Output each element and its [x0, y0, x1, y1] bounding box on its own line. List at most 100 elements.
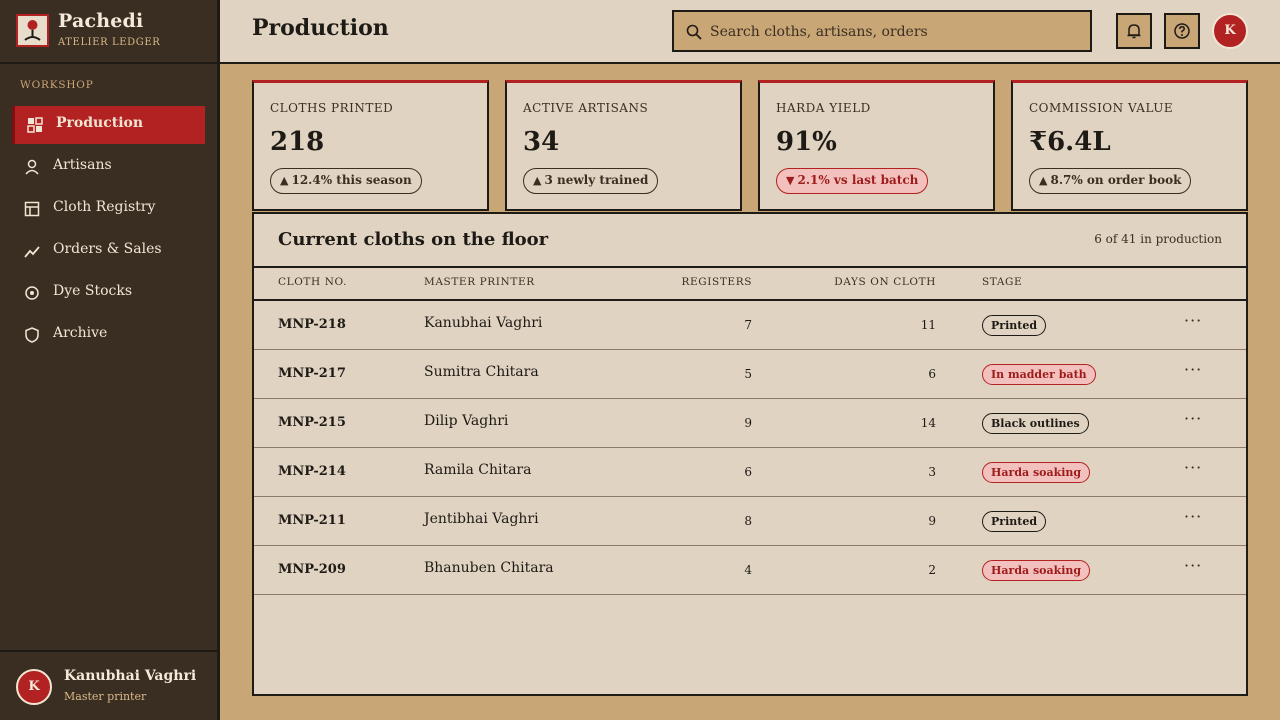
arrow-down-icon: ▼	[786, 174, 795, 187]
cell-registers: 5	[744, 367, 752, 381]
user-name: Kanubhai Vaghri	[64, 668, 197, 684]
sidebar-item-production[interactable]: Production	[12, 106, 205, 144]
brand-name: Pachedi	[58, 10, 144, 32]
stat-label: HARDA YIELD	[776, 101, 871, 115]
cell-days-on-cloth: 14	[920, 416, 936, 430]
stat-delta-badge: ▼ 2.1% vs last batch	[776, 168, 929, 194]
sidebar-item-artisans[interactable]: Artisans	[12, 148, 205, 186]
stage-badge: Printed	[982, 315, 1047, 336]
row-menu-button[interactable]: ···	[1184, 556, 1202, 575]
table-row[interactable]: MNP-209 Bhanuben Chitara 4 2 Harda soaking ··…	[254, 546, 1246, 595]
sidebar-item-archive[interactable]: Archive	[12, 316, 205, 354]
profile-avatar[interactable]: K	[1212, 13, 1248, 49]
trend-icon	[24, 243, 40, 259]
table-header: CLOTH NO. MASTER PRINTER REGISTERS DAYS …	[254, 268, 1246, 301]
notifications-button[interactable]	[1116, 13, 1152, 49]
cell-master-printer: Bhanuben Chitara	[424, 560, 554, 576]
target-icon	[24, 285, 40, 301]
table-row[interactable]: MNP-211 Jentibhai Vaghri 8 9 Printed ···	[254, 497, 1246, 546]
stat-card-cloths-printed: CLOTHS PRINTED 218 ▲ 12.4% this season	[252, 80, 489, 211]
cell-registers: 6	[744, 465, 752, 479]
sidebar-item-orders-sales[interactable]: Orders & Sales	[12, 232, 205, 270]
table-row[interactable]: MNP-218 Kanubhai Vaghri 7 11 Printed ···	[254, 301, 1246, 350]
stat-value: 91%	[776, 127, 837, 157]
row-menu-button[interactable]: ···	[1184, 409, 1202, 428]
search-input[interactable]	[710, 18, 1080, 46]
sidebar-item-label: Production	[56, 115, 144, 131]
avatar: K	[16, 669, 52, 705]
row-menu-button[interactable]: ···	[1184, 458, 1202, 477]
sidebar-item-cloth-registry[interactable]: Cloth Registry	[12, 190, 205, 228]
panel-title: Current cloths on the floor	[278, 229, 549, 250]
arrow-up-icon: ▲	[1039, 174, 1048, 187]
row-menu-button[interactable]: ···	[1184, 360, 1202, 379]
cell-days-on-cloth: 6	[928, 367, 936, 381]
stage-badge: Printed	[982, 511, 1047, 532]
stat-value: 218	[270, 127, 325, 157]
stat-delta-badge: ▲ 8.7% on order book	[1029, 168, 1192, 194]
cell-master-printer: Kanubhai Vaghri	[424, 315, 543, 331]
arrow-up-icon: ▲	[533, 174, 542, 187]
stat-value: 34	[523, 127, 560, 157]
search-bar[interactable]	[672, 10, 1092, 52]
sidebar-item-dye-stocks[interactable]: Dye Stocks	[12, 274, 205, 312]
stat-delta-badge: ▲ 12.4% this season	[270, 168, 422, 194]
dashboard-icon	[27, 117, 43, 133]
arrow-up-icon: ▲	[280, 174, 289, 187]
help-icon	[1174, 23, 1190, 39]
cell-registers: 7	[744, 318, 752, 332]
person-icon	[24, 159, 40, 175]
user-profile[interactable]: K Kanubhai Vaghri Master printer	[0, 650, 217, 720]
stat-card-commission-value: COMMISSION VALUE ₹6.4L ▲ 8.7% on order bo…	[1011, 80, 1248, 211]
cell-cloth-no: MNP-215	[278, 415, 346, 430]
stat-label: ACTIVE ARTISANS	[523, 101, 649, 115]
cell-master-printer: Dilip Vaghri	[424, 413, 509, 429]
cell-registers: 9	[744, 416, 752, 430]
shield-icon	[24, 327, 40, 343]
column-header-cloth-no[interactable]: CLOTH NO.	[278, 276, 347, 288]
sidebar-item-label: Orders & Sales	[53, 241, 162, 257]
cell-days-on-cloth: 9	[928, 514, 936, 528]
user-role: Master printer	[64, 690, 147, 703]
stat-card-active-artisans: ACTIVE ARTISANS 34 ▲ 3 newly trained	[505, 80, 742, 211]
table-row[interactable]: MNP-214 Ramila Chitara 6 3 Harda soaking ···	[254, 448, 1246, 497]
nav-section-label: WORKSHOP	[20, 79, 94, 91]
cell-cloth-no: MNP-209	[278, 562, 346, 577]
layout-icon	[24, 201, 40, 217]
stat-label: COMMISSION VALUE	[1029, 101, 1174, 115]
cell-cloth-no: MNP-217	[278, 366, 346, 381]
column-header-master-printer[interactable]: MASTER PRINTER	[424, 276, 535, 288]
sidebar-nav: Production Artisans Cloth Registry Order…	[12, 106, 205, 358]
row-menu-button[interactable]: ···	[1184, 311, 1202, 330]
cloths-table-panel: Current cloths on the floor 6 of 41 in p…	[252, 212, 1248, 696]
table-row[interactable]: MNP-215 Dilip Vaghri 9 14 Black outlines ···	[254, 399, 1246, 448]
cell-cloth-no: MNP-211	[278, 513, 346, 528]
column-header-stage[interactable]: STAGE	[982, 276, 1022, 288]
sidebar: Pachedi ATELIER LEDGER WORKSHOP Producti…	[0, 0, 220, 720]
row-count: 6 of 41 in production	[1094, 232, 1222, 246]
bell-icon	[1127, 24, 1141, 39]
cell-master-printer: Jentibhai Vaghri	[424, 511, 539, 527]
cell-master-printer: Sumitra Chitara	[424, 364, 539, 380]
column-header-registers[interactable]: REGISTERS	[682, 276, 752, 288]
help-button[interactable]	[1164, 13, 1200, 49]
table-row[interactable]: MNP-217 Sumitra Chitara 5 6 In madder bath ··…	[254, 350, 1246, 399]
brand-subtitle: ATELIER LEDGER	[58, 37, 161, 48]
cell-days-on-cloth: 3	[928, 465, 936, 479]
row-menu-button[interactable]: ···	[1184, 507, 1202, 526]
column-header-days-on-cloth[interactable]: DAYS ON CLOTH	[834, 276, 936, 288]
cell-days-on-cloth: 11	[920, 318, 936, 332]
page-title: Production	[252, 15, 389, 41]
cell-cloth-no: MNP-214	[278, 464, 346, 479]
sidebar-item-label: Archive	[53, 325, 108, 341]
cell-master-printer: Ramila Chitara	[424, 462, 532, 478]
cell-days-on-cloth: 2	[928, 563, 936, 577]
stage-badge: In madder bath	[982, 364, 1096, 385]
stat-delta-badge: ▲ 3 newly trained	[523, 168, 659, 194]
cell-cloth-no: MNP-218	[278, 317, 346, 332]
top-header: Production K	[220, 0, 1280, 64]
cell-registers: 8	[744, 514, 752, 528]
stage-badge: Black outlines	[982, 413, 1089, 434]
search-icon	[686, 24, 702, 40]
stage-badge: Harda soaking	[982, 560, 1091, 581]
